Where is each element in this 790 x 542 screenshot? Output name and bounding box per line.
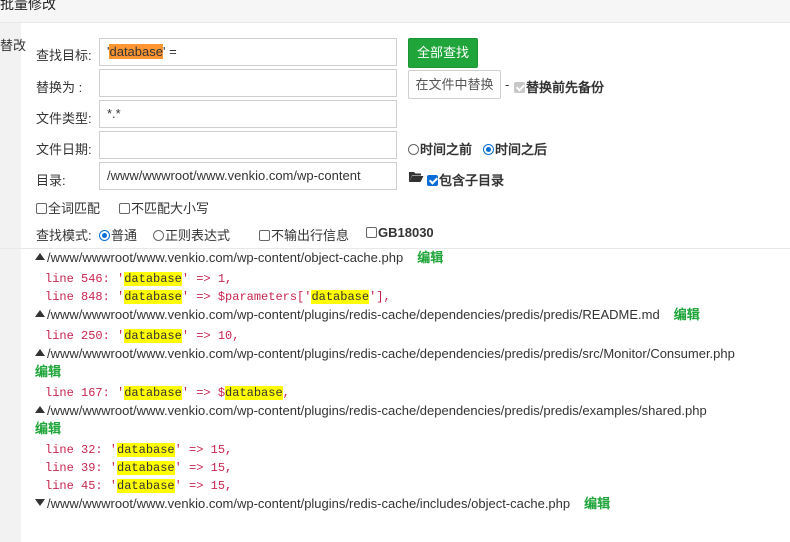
mode-normal-radio[interactable] (99, 230, 110, 241)
collapse-arrow-icon[interactable] (35, 253, 45, 260)
edit-link[interactable]: 编辑 (417, 250, 443, 265)
folder-open-icon[interactable] (408, 170, 424, 185)
mode-regex-option[interactable]: 正则表达式 (153, 225, 230, 244)
replace-in-file-button[interactable]: 在文件中替换 (408, 70, 501, 99)
replace-label: 替换为 : (36, 80, 83, 95)
match-line: line 39: 'database' => 15, (45, 461, 233, 475)
result-file[interactable]: /www/wwwroot/www.venkio.com/wp-content/p… (35, 345, 790, 363)
edit-link[interactable]: 编辑 (35, 420, 790, 438)
sidebar: 替改 (0, 23, 26, 542)
match-line: line 167: 'database' => $database, (45, 386, 290, 400)
backup-option[interactable]: 替换前先备份 (514, 77, 604, 96)
file-date-label: 文件日期: (36, 142, 92, 157)
after-option[interactable]: 时间之后 (483, 139, 547, 158)
match-line: line 32: 'database' => 15, (45, 443, 233, 457)
window-title: 批量修改 (0, 0, 56, 12)
search-mode-label: 查找模式: (36, 228, 92, 243)
result-file[interactable]: /www/wwwroot/www.venkio.com/wp-content/p… (35, 402, 790, 420)
ignore-case-option[interactable]: 不匹配大小写 (119, 198, 209, 217)
collapse-arrow-icon[interactable] (35, 310, 45, 317)
match-line: line 546: 'database' => 1, (45, 272, 233, 286)
file-date-input[interactable] (99, 131, 397, 159)
whole-word-checkbox[interactable] (36, 203, 47, 214)
replace-input[interactable] (99, 69, 397, 97)
directory-input[interactable]: /www/wwwroot/www.venkio.com/wp-content (99, 162, 397, 190)
no-output-line-checkbox[interactable] (259, 230, 270, 241)
ignore-case-checkbox[interactable] (119, 203, 130, 214)
whole-word-option[interactable]: 全词匹配 (36, 198, 100, 217)
no-output-line-option[interactable]: 不输出行信息 (259, 225, 349, 244)
collapse-arrow-icon[interactable] (35, 406, 45, 413)
after-radio[interactable] (483, 144, 494, 155)
results-list: /www/wwwroot/www.venkio.com/wp-content/o… (35, 249, 790, 513)
before-option[interactable]: 时间之前 (408, 139, 472, 158)
collapse-arrow-icon[interactable] (35, 349, 45, 356)
before-radio[interactable] (408, 144, 419, 155)
edit-link[interactable]: 编辑 (35, 363, 790, 381)
match-line: line 250: 'database' => 10, (45, 329, 240, 343)
search-all-button[interactable]: 全部查找 (408, 38, 478, 68)
gb18030-option[interactable]: GB18030 (366, 225, 434, 240)
edit-link[interactable]: 编辑 (674, 307, 700, 322)
search-target-input[interactable]: 'database' = (99, 38, 397, 66)
search-target-label: 查找目标: (36, 48, 92, 63)
include-subdir-option[interactable]: 包含子目录 (427, 170, 504, 189)
match-line: line 45: 'database' => 15, (45, 479, 233, 493)
match-line: line 848: 'database' => $parameters['dat… (45, 290, 391, 304)
directory-label: 目录: (36, 173, 66, 188)
result-file[interactable]: /www/wwwroot/www.venkio.com/wp-content/p… (35, 495, 790, 513)
file-type-input[interactable]: *.* (99, 100, 397, 128)
window-titlebar: 批量修改 (0, 0, 790, 23)
gb18030-checkbox[interactable] (366, 227, 377, 238)
sidebar-tab[interactable]: 替改 (0, 35, 26, 54)
edit-link[interactable]: 编辑 (584, 496, 610, 511)
expand-arrow-icon[interactable] (35, 499, 45, 506)
result-file[interactable]: /www/wwwroot/www.venkio.com/wp-content/o… (35, 249, 790, 267)
include-subdir-checkbox[interactable] (427, 175, 438, 186)
file-type-label: 文件类型: (36, 111, 92, 126)
backup-checkbox[interactable] (514, 82, 525, 93)
result-file[interactable]: /www/wwwroot/www.venkio.com/wp-content/p… (35, 306, 790, 324)
mode-normal-option[interactable]: 普通 (99, 225, 137, 244)
dash-separator: - (505, 77, 510, 92)
mode-regex-radio[interactable] (153, 230, 164, 241)
